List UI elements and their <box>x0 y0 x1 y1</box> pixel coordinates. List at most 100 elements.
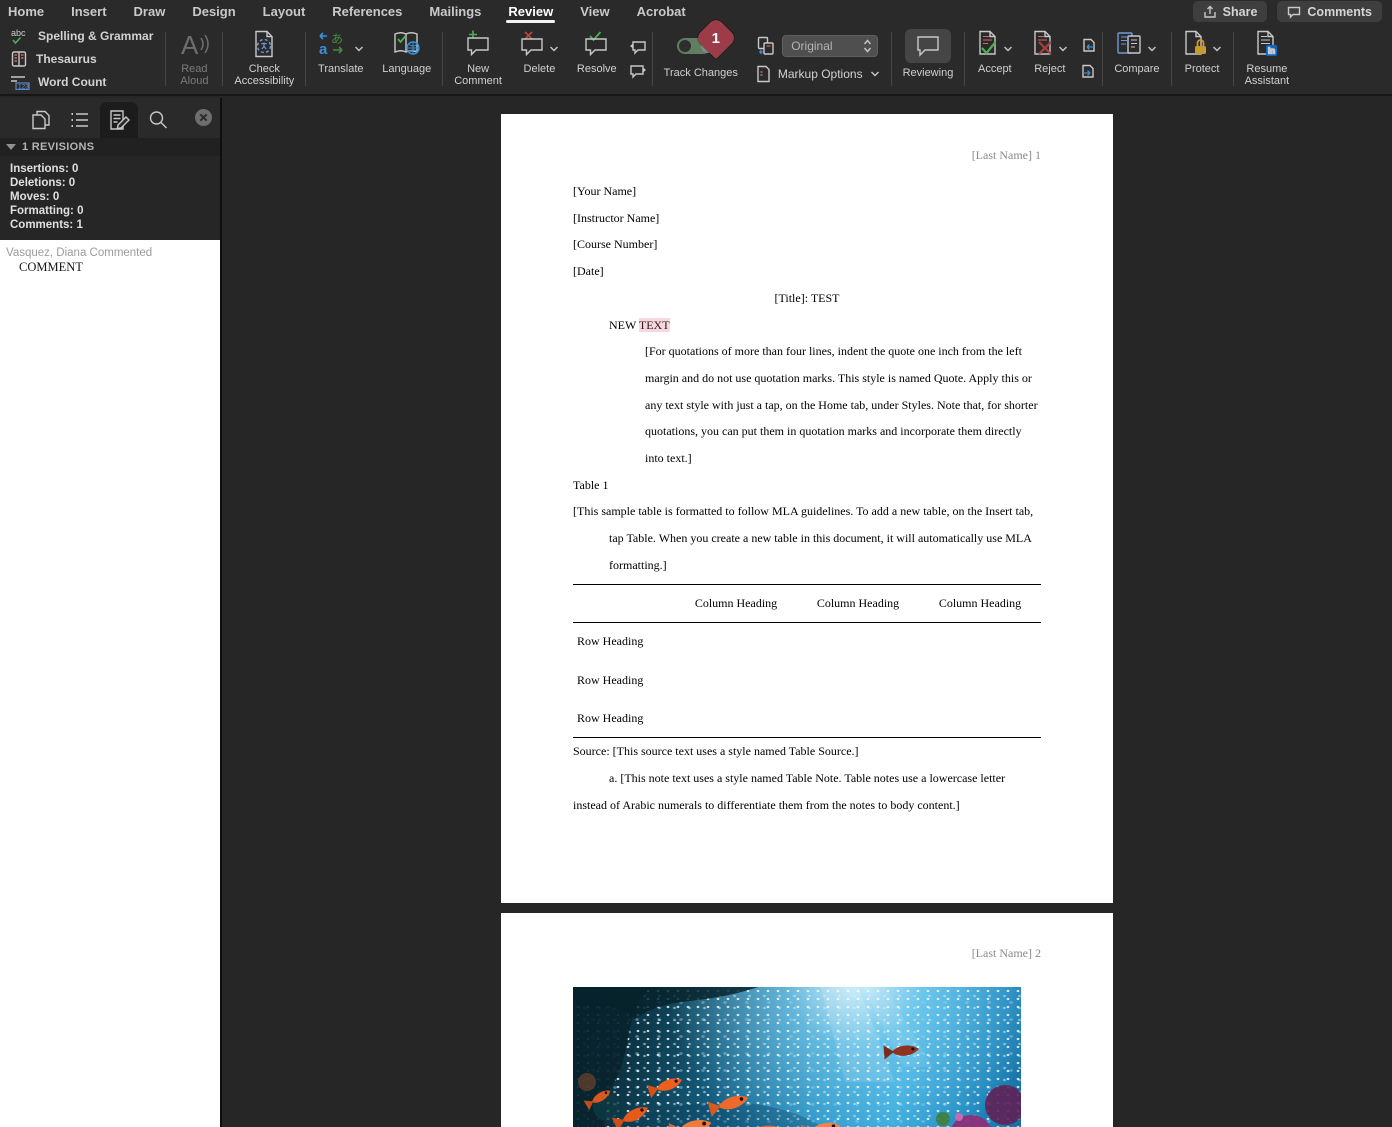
reject-chevron-icon <box>1058 45 1068 53</box>
document-canvas: [Last Name] 1 [Your Name] [Instructor Na… <box>222 98 1392 1127</box>
table-row: Row Heading <box>573 661 1041 699</box>
tab-design[interactable]: Design <box>192 0 235 24</box>
close-icon <box>194 108 213 127</box>
tab-home[interactable]: Home <box>8 0 44 24</box>
tab-references[interactable]: References <box>332 0 402 24</box>
compare-chevron-icon <box>1147 45 1157 53</box>
accept-change-button[interactable]: Accept <box>967 24 1022 94</box>
accept-chevron-icon <box>1003 45 1013 53</box>
sidebar-tab-thumbnails[interactable] <box>22 102 60 138</box>
sample-table[interactable]: Column Heading Column Heading Column Hea… <box>573 584 1041 739</box>
reviewing-pane-button[interactable]: Reviewing <box>894 24 963 94</box>
next-comment-icon[interactable] <box>629 64 647 79</box>
share-label: Share <box>1223 5 1258 19</box>
resolve-comment-button[interactable]: Resolve <box>568 24 626 94</box>
comment-entry[interactable]: Vasquez, Diana Commented COMMENT <box>0 246 220 275</box>
sidebar-tab-outline[interactable] <box>61 102 99 138</box>
new-text-plain: NEW <box>609 318 639 332</box>
document-page-1[interactable]: [Last Name] 1 [Your Name] [Instructor Na… <box>501 114 1113 903</box>
protect-button[interactable]: Protect <box>1174 24 1231 94</box>
revisions-icon <box>107 109 131 131</box>
ribbon-separator <box>442 32 443 86</box>
check-accessibility-button[interactable]: Check Accessibility <box>225 24 303 94</box>
markup-group: Original Markup Options <box>747 24 889 94</box>
share-button[interactable]: Share <box>1193 1 1268 22</box>
markup-options-icon <box>756 65 771 83</box>
tab-layout[interactable]: Layout <box>263 0 306 24</box>
revisions-header-label: 1 REVISIONS <box>22 141 94 153</box>
close-sidebar-button[interactable] <box>194 108 213 127</box>
new-comment-icon <box>464 30 492 58</box>
word-count-label: Word Count <box>38 75 106 89</box>
word-count-button[interactable]: 123 Word Count <box>10 73 153 91</box>
check-accessibility-icon <box>251 30 277 58</box>
next-change-icon[interactable] <box>1080 64 1097 81</box>
delete-comment-button[interactable]: Delete <box>511 24 568 94</box>
ribbon-separator <box>1102 32 1103 86</box>
reject-change-button[interactable]: Reject <box>1022 24 1077 94</box>
read-aloud-button[interactable]: A Read Aloud <box>168 24 220 94</box>
previous-change-icon[interactable] <box>1080 38 1097 55</box>
read-aloud-icon: A <box>177 30 211 58</box>
document-title: [Title]: TEST <box>573 285 1041 312</box>
resume-assistant-label: Resume Assistant <box>1245 63 1290 87</box>
revisions-header[interactable]: 1 REVISIONS <box>0 138 220 156</box>
comments-button[interactable]: Comments <box>1277 1 1382 22</box>
read-aloud-label: Read Aloud <box>180 63 208 87</box>
reef-photo[interactable] <box>573 987 1021 1127</box>
stat-deletions: Deletions: 0 <box>10 176 220 190</box>
language-button[interactable]: Language <box>373 24 440 94</box>
commented-text[interactable]: TEXT <box>639 318 670 332</box>
document-page-2[interactable]: [Last Name] 2 <box>501 913 1113 1127</box>
previous-comment-icon[interactable] <box>629 40 647 55</box>
revision-stats: Insertions: 0 Deletions: 0 Moves: 0 Form… <box>0 156 220 240</box>
select-stepper-icon <box>863 39 872 53</box>
resume-assistant-button[interactable]: in Resume Assistant <box>1236 24 1299 94</box>
translate-chevron-icon <box>354 45 364 53</box>
sidebar-tab-revisions[interactable] <box>100 102 138 138</box>
tab-draw[interactable]: Draw <box>134 0 166 24</box>
translate-icon: a あ <box>317 30 351 58</box>
tab-review[interactable]: Review <box>508 0 553 24</box>
track-changes-toggle[interactable]: 1 Track Changes <box>655 24 747 94</box>
ribbon-separator <box>964 32 965 86</box>
ribbon-separator <box>305 32 306 86</box>
tab-view[interactable]: View <box>580 0 609 24</box>
table-note: a. [This note text uses a style named Ta… <box>573 765 1041 818</box>
markup-options-button[interactable]: Markup Options <box>756 61 880 87</box>
pages-icon <box>30 109 52 131</box>
resolve-comment-icon <box>584 30 610 58</box>
svg-text:a: a <box>319 41 328 58</box>
resume-assistant-icon: in <box>1254 30 1280 58</box>
svg-text:123: 123 <box>18 84 29 90</box>
translate-button[interactable]: a あ Translate <box>308 24 373 94</box>
display-for-review-select[interactable]: Original <box>782 35 878 57</box>
markup-options-chevron-icon <box>870 70 880 78</box>
ribbon-separator <box>1171 32 1172 86</box>
new-text-line: NEW TEXT <box>573 312 1041 339</box>
new-comment-button[interactable]: New Comment <box>445 24 511 94</box>
menu-tabs: Home Insert Draw Design Layout Reference… <box>0 0 686 24</box>
tab-acrobat[interactable]: Acrobat <box>637 0 686 24</box>
table-header-row: Column Heading Column Heading Column Hea… <box>573 585 1041 623</box>
menubar: Home Insert Draw Design Layout Reference… <box>0 0 1392 24</box>
markup-options-label: Markup Options <box>778 67 863 81</box>
thesaurus-button[interactable]: Thesaurus <box>10 50 153 68</box>
tab-mailings[interactable]: Mailings <box>429 0 481 24</box>
spelling-grammar-label: Spelling & Grammar <box>38 29 153 43</box>
stat-comments: Comments: 1 <box>10 218 220 232</box>
svg-text:A: A <box>181 30 199 58</box>
translate-label: Translate <box>318 63 363 75</box>
revision-list: Vasquez, Diana Commented COMMENT <box>0 240 220 1127</box>
spelling-grammar-button[interactable]: abc Spelling & Grammar <box>10 27 153 45</box>
page1-header: [Last Name] 1 <box>972 148 1041 163</box>
window-actions: Share Comments <box>1193 1 1382 22</box>
table-caption: [This sample table is formatted to follo… <box>573 498 1041 578</box>
sidebar-tab-search[interactable] <box>139 102 177 138</box>
page1-body: [Your Name] [Instructor Name] [Course Nu… <box>573 178 1041 819</box>
stat-formatting: Formatting: 0 <box>10 204 220 218</box>
row-heading: Row Heading <box>573 667 675 694</box>
compare-icon <box>1116 31 1144 57</box>
tab-insert[interactable]: Insert <box>71 0 106 24</box>
compare-button[interactable]: Compare <box>1105 24 1168 94</box>
